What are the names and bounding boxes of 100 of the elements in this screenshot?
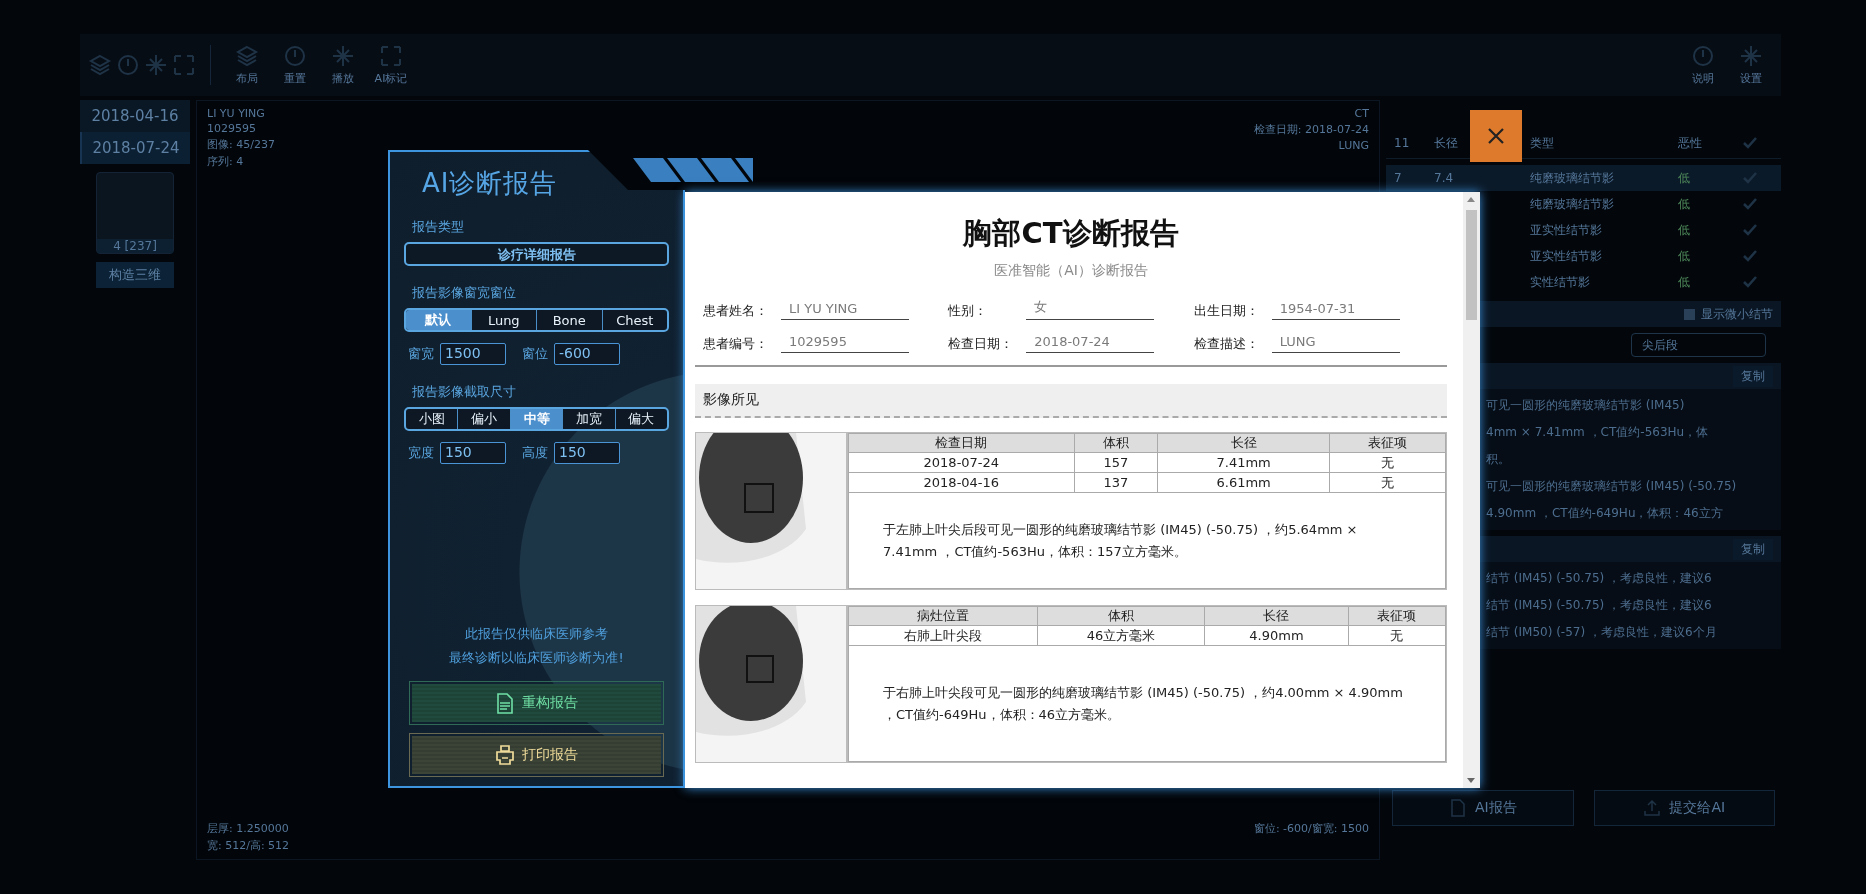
table-cell: 无: [1348, 625, 1446, 646]
toolbar-icon[interactable]: [235, 44, 259, 68]
risk-level: 低: [1678, 247, 1690, 265]
location-field[interactable]: 尖后段: [1631, 333, 1766, 357]
overlay-text: CT: [1354, 107, 1369, 120]
scroll-down-icon[interactable]: [1466, 777, 1476, 785]
overlay-text: LI YU YING: [207, 107, 266, 120]
checkmark-icon[interactable]: [1743, 250, 1757, 262]
scrollbar-thumb[interactable]: [1466, 210, 1477, 320]
nodule-type: 亚实性结节影: [1530, 221, 1602, 239]
nodule-row[interactable]: 7 7.4 纯磨玻璃结节影 低: [1386, 165, 1781, 191]
close-button[interactable]: [1470, 110, 1522, 162]
field-label: 性别：: [948, 302, 989, 320]
nodule-row[interactable]: 实性结节影 低: [1386, 269, 1781, 295]
checkmark-icon[interactable]: [1743, 224, 1757, 236]
preset-option[interactable]: 默认: [406, 310, 471, 330]
disclaimer-text: 此报告仅供临床医师参考: [464, 625, 609, 643]
upload-icon: [1643, 799, 1662, 817]
report-subtitle: 医准智能（AI）诊断报告: [993, 262, 1149, 280]
report-title: 胸部CT诊断报告: [962, 215, 1180, 252]
field-label: 高度: [522, 444, 548, 462]
checkmark-icon[interactable]: [1743, 137, 1757, 149]
size-option[interactable]: 偏小: [457, 409, 510, 429]
table-cell: 6.61mm: [1157, 472, 1330, 493]
copy-button[interactable]: 复制: [1733, 365, 1773, 387]
input-field[interactable]: 150: [554, 442, 620, 464]
finding-description: 于左肺上叶尖后段可见一圆形的纯磨玻璃结节影 (IM45) (-50.75) ，约5.64mm × 7.41mm ，CT值约-563Hu，体积：157立方毫米。: [848, 492, 1446, 589]
nodule-row[interactable]: 纯磨玻璃结节影 低: [1386, 191, 1781, 217]
preset-option[interactable]: Lung: [470, 310, 536, 330]
field-value: LI YU YING: [781, 301, 909, 320]
toolbar-icon[interactable]: [331, 44, 355, 68]
document-icon: [495, 692, 514, 714]
column-header: 11: [1394, 136, 1410, 150]
field-label: 出生日期：: [1193, 302, 1260, 320]
column-header: 长径: [1157, 433, 1330, 453]
field-label: 检查描述：: [1193, 335, 1260, 353]
checkbox[interactable]: [1684, 308, 1695, 320]
toolbar-icon[interactable]: [172, 53, 196, 77]
size-option[interactable]: 偏大: [614, 409, 667, 429]
preset-option[interactable]: Chest: [601, 310, 667, 330]
input-field[interactable]: -600: [554, 343, 620, 365]
submit-button[interactable]: 提交给AI: [1593, 790, 1775, 826]
finding-text: 4.90mm ，CT值约-649Hu，体积：46立方: [1486, 505, 1724, 522]
input-field[interactable]: 1500: [440, 343, 506, 365]
risk-level: 低: [1678, 273, 1690, 291]
build-3d-button[interactable]: 构造三维: [96, 262, 174, 288]
finding-text: 结节 (IM50) (-57) ，考虑良性，建议6个月: [1486, 624, 1718, 641]
toolbar-icon[interactable]: [88, 53, 112, 77]
checkmark-icon[interactable]: [1743, 198, 1757, 210]
input-field[interactable]: 150: [440, 442, 506, 464]
series-thumbnail[interactable]: 4 [237]: [96, 172, 174, 254]
checkmark-icon[interactable]: [1743, 172, 1757, 184]
toolbar-icon[interactable]: [116, 53, 140, 77]
table-cell: 46立方毫米: [1037, 625, 1205, 646]
checkbox-label: 显示微小结节: [1701, 305, 1773, 323]
finding-text: 结节 (IM45) (-50.75) ，考虑良性，建议6: [1486, 597, 1713, 614]
overlay-text: LUNG: [1338, 139, 1369, 152]
tool-label: 播放: [332, 71, 354, 86]
column-header: 体积: [1074, 433, 1158, 453]
rebuild-button[interactable]: 重构报告: [412, 684, 661, 722]
scroll-up-icon[interactable]: [1466, 195, 1476, 203]
column-header: 类型: [1530, 134, 1554, 152]
overlay-text: 宽: 512/高: 512: [207, 838, 290, 853]
toolbar-icon[interactable]: [379, 44, 403, 68]
toolbar-icon[interactable]: [1739, 44, 1763, 68]
preset-option[interactable]: Bone: [536, 310, 602, 330]
nodule-length: 7.4: [1434, 171, 1454, 185]
size-option[interactable]: 小图: [406, 409, 458, 429]
field-value: 1954-07-31: [1271, 301, 1400, 320]
finding-text: 4mm × 7.41mm ，CT值约-563Hu，体: [1486, 424, 1710, 441]
tool-label: 重置: [284, 71, 306, 86]
print-button[interactable]: 打印报告: [412, 736, 661, 774]
printer-icon: [495, 744, 514, 766]
series-date[interactable]: 2018-04-16: [80, 100, 190, 132]
toolbar-icon[interactable]: [283, 44, 307, 68]
disclaimer-text: 最终诊断以临床医师诊断为准!: [448, 649, 625, 667]
column-header: 表征项: [1329, 433, 1446, 453]
nodule-type: 纯磨玻璃结节影: [1530, 195, 1614, 213]
document-icon: [1448, 799, 1467, 817]
size-option[interactable]: 加宽: [562, 409, 615, 429]
table-cell: 2018-07-24: [848, 452, 1075, 473]
toolbar-icon[interactable]: [144, 53, 168, 77]
report-type-dropdown[interactable]: 诊疗详细报告: [404, 242, 669, 266]
copy-button[interactable]: 复制: [1733, 538, 1773, 560]
field-label: 宽度: [408, 444, 434, 462]
nodule-row[interactable]: 亚实性结节影 低: [1386, 243, 1781, 269]
nodule-type: 亚实性结节影: [1530, 247, 1602, 265]
report-button[interactable]: AI报告: [1392, 790, 1574, 826]
thumbnail-caption: 4 [237]: [97, 239, 173, 253]
tool-label: 设置: [1740, 71, 1762, 86]
field-label: 窗宽: [408, 345, 434, 363]
table-cell: 7.41mm: [1157, 452, 1330, 473]
risk-level: 低: [1678, 221, 1690, 239]
size-option[interactable]: 中等: [509, 409, 563, 429]
series-date[interactable]: 2018-07-24: [80, 132, 190, 164]
nodule-row[interactable]: 亚实性结节影 低: [1386, 217, 1781, 243]
row-index: 7: [1394, 171, 1402, 185]
checkmark-icon[interactable]: [1743, 276, 1757, 288]
toolbar-icon[interactable]: [1691, 44, 1715, 68]
column-header: 病灶位置: [848, 606, 1038, 626]
